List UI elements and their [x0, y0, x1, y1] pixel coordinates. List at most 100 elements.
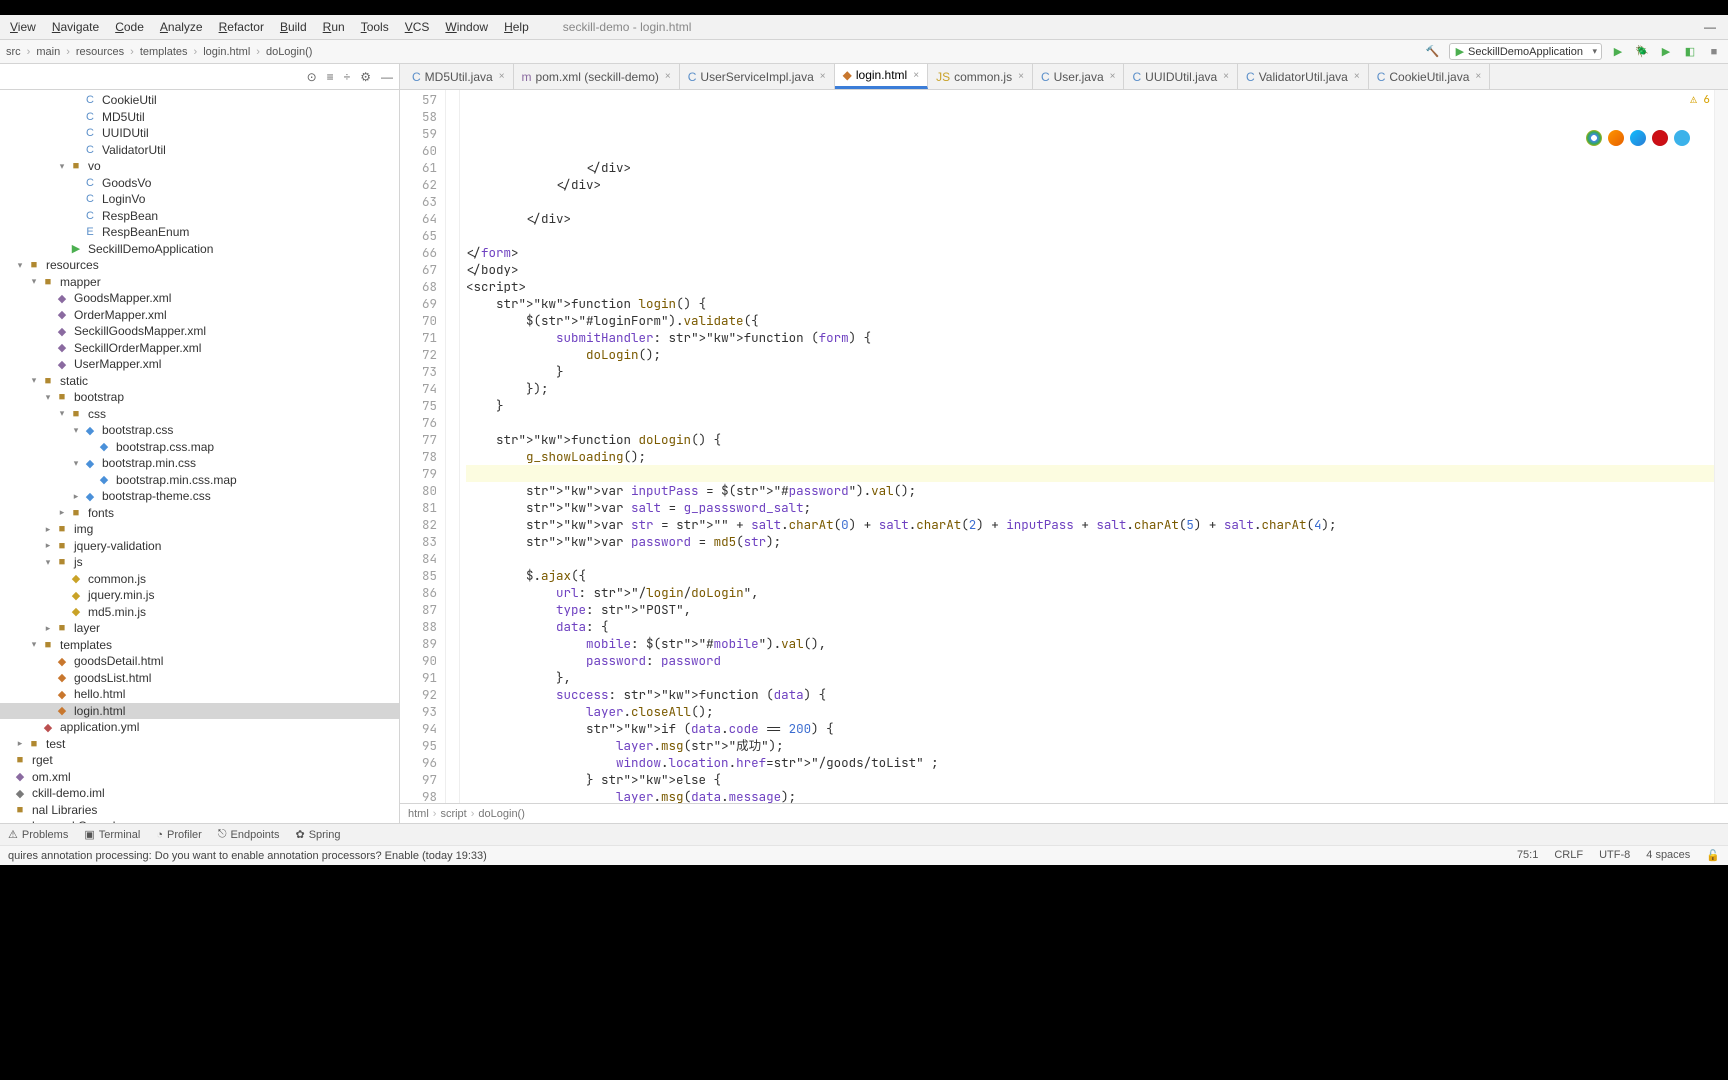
close-icon[interactable]: × [1110, 71, 1116, 82]
lock-icon[interactable]: 🔓 [1706, 849, 1720, 862]
tree-item[interactable]: ▾■resources [0, 257, 399, 274]
tab-md5util-java[interactable]: CMD5Util.java× [404, 64, 514, 89]
status-widget[interactable]: 75:1 [1517, 849, 1538, 862]
status-widget[interactable]: 4 spaces [1646, 849, 1690, 862]
tree-item[interactable]: ERespBeanEnum [0, 224, 399, 241]
tree-item[interactable]: ◆common.js [0, 571, 399, 588]
error-stripe[interactable] [1714, 90, 1728, 803]
close-icon[interactable]: × [913, 70, 919, 81]
profile-icon[interactable]: ◧ [1682, 44, 1698, 60]
tree-item[interactable]: ◆UserMapper.xml [0, 356, 399, 373]
tree-item[interactable]: ▾◆bootstrap.css [0, 422, 399, 439]
tree-item[interactable]: CRespBean [0, 208, 399, 225]
tool-window-profiler[interactable]: ◔Profiler [156, 829, 202, 841]
firefox-icon[interactable] [1608, 130, 1624, 146]
menu-tools[interactable]: Tools [355, 18, 395, 36]
tree-item[interactable]: CMD5Util [0, 109, 399, 126]
tab-login-html[interactable]: ◆login.html× [835, 64, 928, 89]
close-icon[interactable]: × [499, 71, 505, 82]
tree-item[interactable]: ▾■css [0, 406, 399, 423]
menu-help[interactable]: Help [498, 18, 535, 36]
code-breadcrumb-item[interactable]: script [440, 808, 466, 820]
tool-window-spring[interactable]: ✿Spring [295, 828, 340, 841]
tree-item[interactable]: ▾■bootstrap [0, 389, 399, 406]
settings-icon[interactable]: ⚙ [360, 70, 371, 84]
menu-navigate[interactable]: Navigate [46, 18, 105, 36]
breadcrumb[interactable]: resources [76, 46, 124, 58]
tree-item[interactable]: ◆SeckillOrderMapper.xml [0, 340, 399, 357]
tool-window-terminal[interactable]: ▣Terminal [84, 828, 140, 841]
menu-window[interactable]: Window [439, 18, 494, 36]
run-icon[interactable]: ▶ [1610, 44, 1626, 60]
tree-item[interactable]: CValidatorUtil [0, 142, 399, 159]
menu-code[interactable]: Code [109, 18, 150, 36]
tree-item[interactable]: ◆GoodsMapper.xml [0, 290, 399, 307]
tree-item[interactable]: ▸■layer [0, 620, 399, 637]
menu-build[interactable]: Build [274, 18, 313, 36]
menu-view[interactable]: View [4, 18, 42, 36]
close-icon[interactable]: × [1223, 71, 1229, 82]
code[interactable]: ⚠ 6 </div> </div> </div> </form></body><… [460, 90, 1714, 803]
tab-user-java[interactable]: CUser.java× [1033, 64, 1125, 89]
tree-item[interactable]: ◆hello.html [0, 686, 399, 703]
tab-cookieutil-java[interactable]: CCookieUtil.java× [1369, 64, 1491, 89]
menu-analyze[interactable]: Analyze [154, 18, 209, 36]
tree-item[interactable]: ◆ckill-demo.iml [0, 785, 399, 802]
tree-item[interactable]: CLoginVo [0, 191, 399, 208]
code-breadcrumb-item[interactable]: doLogin() [478, 808, 524, 820]
stop-icon[interactable]: ■ [1706, 44, 1722, 60]
problems-indicator[interactable]: ⚠ 6 [1690, 92, 1710, 109]
status-message[interactable]: quires annotation processing: Do you wan… [8, 850, 487, 862]
code-breadcrumb[interactable]: html›script›doLogin() [400, 803, 1728, 823]
tree-item[interactable]: ▶SeckillDemoApplication [0, 241, 399, 258]
breadcrumb[interactable]: templates [140, 46, 188, 58]
close-icon[interactable]: × [1018, 71, 1024, 82]
close-icon[interactable]: × [820, 71, 826, 82]
tree-item[interactable]: ▸■fonts [0, 505, 399, 522]
breadcrumb[interactable]: login.html [203, 46, 250, 58]
tree-item[interactable]: ◆SeckillGoodsMapper.xml [0, 323, 399, 340]
editor-tabs[interactable]: CMD5Util.java×mpom.xml (seckill-demo)× CU… [400, 64, 1728, 90]
menu-vcs[interactable]: VCS [399, 18, 436, 36]
breadcrumb[interactable]: doLogin() [266, 46, 312, 58]
tool-window-problems[interactable]: ⚠Problems [8, 828, 68, 841]
status-widget[interactable]: UTF-8 [1599, 849, 1630, 862]
tree-item[interactable]: ▾■js [0, 554, 399, 571]
hide-icon[interactable]: — [381, 70, 393, 84]
tree-item[interactable]: ▾◆bootstrap.min.css [0, 455, 399, 472]
tree-item[interactable]: ▾■templates [0, 637, 399, 654]
tree-item[interactable]: ◆application.yml [0, 719, 399, 736]
tree-item[interactable]: ▸■jquery-validation [0, 538, 399, 555]
close-icon[interactable]: × [665, 71, 671, 82]
opera-icon[interactable] [1652, 130, 1668, 146]
menu-run[interactable]: Run [317, 18, 351, 36]
close-icon[interactable]: × [1475, 71, 1481, 82]
edge-icon[interactable] [1630, 130, 1646, 146]
tree-item[interactable]: CCookieUtil [0, 92, 399, 109]
coverage-icon[interactable]: ▶ [1658, 44, 1674, 60]
code-breadcrumb-item[interactable]: html [408, 808, 429, 820]
chrome-icon[interactable] [1586, 130, 1602, 146]
tree-item[interactable]: ◆bootstrap.css.map [0, 439, 399, 456]
tree-item[interactable]: CGoodsVo [0, 175, 399, 192]
tree-item[interactable]: ◆login.html [0, 703, 399, 720]
minimize-icon[interactable]: — [1704, 20, 1716, 34]
build-icon[interactable]: 🔨 [1425, 44, 1441, 60]
tab-pom-xml-seckill-demo-[interactable]: mpom.xml (seckill-demo)× [514, 64, 680, 89]
tree-item[interactable]: ▾■static [0, 373, 399, 390]
breadcrumb[interactable]: main [36, 46, 60, 58]
tree-item[interactable]: ■nal Libraries [0, 802, 399, 819]
status-widget[interactable]: CRLF [1554, 849, 1583, 862]
expand-all-icon[interactable]: ≡ [327, 70, 334, 84]
debug-icon[interactable]: 🪲 [1634, 44, 1650, 60]
tree-item[interactable]: ■rget [0, 752, 399, 769]
tab-validatorutil-java[interactable]: CValidatorUtil.java× [1238, 64, 1369, 89]
menu-refactor[interactable]: Refactor [213, 18, 270, 36]
tree-item[interactable]: ▸◆bootstrap-theme.css [0, 488, 399, 505]
tree-item[interactable]: ◆goodsList.html [0, 670, 399, 687]
project-tree[interactable]: CCookieUtilCMD5UtilCUUIDUtilCValidatorUt… [0, 90, 399, 823]
tree-item[interactable]: ▸■test [0, 736, 399, 753]
tree-item[interactable]: CUUIDUtil [0, 125, 399, 142]
tree-item[interactable]: ◆om.xml [0, 769, 399, 786]
close-icon[interactable]: × [1354, 71, 1360, 82]
